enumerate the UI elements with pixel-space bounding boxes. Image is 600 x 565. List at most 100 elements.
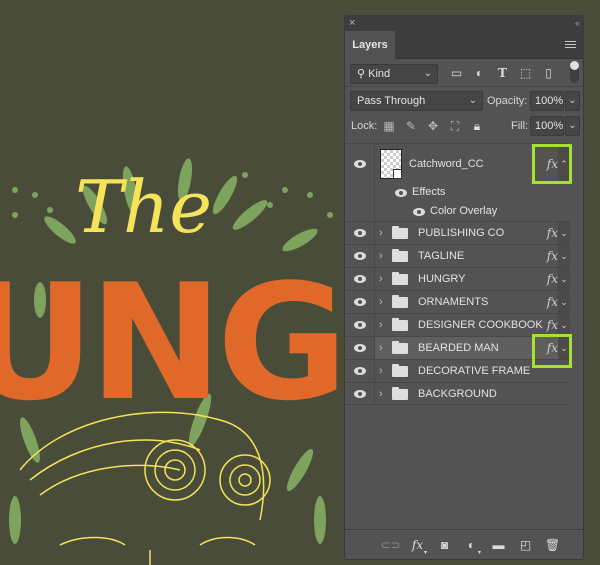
layer-catchword-cc[interactable]: Catchword_CC fx ⌃: [345, 143, 570, 183]
visibility-toggle[interactable]: [345, 383, 375, 404]
fill-input[interactable]: 100%: [530, 116, 564, 136]
lock-transparent-pixels-icon[interactable]: ▦: [378, 117, 400, 135]
effect-name: Color Overlay: [430, 205, 498, 217]
layers-panel: × ‹‹ Layers ⚲ Kind ⌄ ▭ ◐ T ⬚ ▯ Pass Thro…: [344, 15, 584, 560]
effect-color-overlay[interactable]: Color Overlay: [345, 202, 570, 221]
eye-icon: [353, 298, 366, 306]
chevron-down-icon: ⌄: [468, 95, 477, 106]
eye-icon: [353, 344, 366, 352]
adjustment-layer-icon[interactable]: ◐ ▾: [458, 537, 485, 556]
chevron-up-icon[interactable]: ⌃: [558, 144, 570, 183]
opacity-input[interactable]: 100%: [530, 91, 564, 111]
layer-hungry[interactable]: › HUNGRY fx ⌄: [345, 267, 570, 290]
folder-icon: [392, 318, 408, 331]
filter-kind-select[interactable]: ⚲ Kind ⌄: [350, 64, 438, 84]
layer-name: HUNGRY: [418, 273, 466, 285]
chevron-down-icon: ⌄: [423, 68, 432, 79]
fill-dropdown[interactable]: ⌄: [565, 116, 580, 136]
panel-tab-row: Layers: [345, 31, 583, 60]
layer-name: ORNAMENTS: [418, 296, 489, 308]
add-layer-style-icon[interactable]: fx ▾: [404, 537, 431, 556]
blend-mode-select[interactable]: Pass Through ⌄: [350, 91, 483, 111]
chevron-down-icon[interactable]: ⌄: [558, 314, 570, 336]
visibility-toggle[interactable]: [345, 337, 375, 359]
chevron-right-icon[interactable]: ›: [379, 360, 383, 382]
panel-footer: ⊂⊃ fx ▾ ◙ ◐ ▾ ▬ ◰ 🗑︎: [345, 529, 583, 559]
chevron-down-icon[interactable]: ⌄: [558, 337, 570, 359]
chevron-right-icon[interactable]: ›: [379, 222, 383, 244]
smart-object-filter-icon[interactable]: ▯: [537, 64, 560, 82]
opacity-dropdown[interactable]: ⌄: [565, 91, 580, 111]
visibility-toggle[interactable]: [345, 314, 375, 336]
panel-titlebar: × ‹‹: [345, 16, 583, 31]
layer-decorative-frame[interactable]: › DECORATIVE FRAME: [345, 359, 570, 382]
lock-artboard-icon[interactable]: ⛶: [444, 117, 466, 135]
fx-icon[interactable]: fx: [547, 245, 558, 267]
layer-bearded-man[interactable]: › BEARDED MAN fx ⌄: [345, 336, 570, 359]
effects-column: [345, 183, 375, 202]
chevron-right-icon[interactable]: ›: [379, 268, 383, 290]
fx-icon[interactable]: fx: [547, 222, 558, 244]
layer-name: Catchword_CC: [409, 158, 484, 170]
chevron-down-icon[interactable]: ⌄: [558, 222, 570, 244]
visibility-toggle[interactable]: [345, 291, 375, 313]
delete-layer-icon[interactable]: 🗑︎: [539, 537, 566, 553]
folder-icon: [392, 272, 408, 285]
document-canvas: The UNGI × ‹‹ Layers ⚲ Kind ⌄: [0, 0, 600, 565]
chevron-right-icon[interactable]: ›: [379, 291, 383, 313]
layer-background[interactable]: › BACKGROUND: [345, 382, 570, 405]
folder-icon: [392, 387, 408, 400]
add-mask-icon[interactable]: ◙: [431, 537, 458, 553]
fx-icon[interactable]: fx: [547, 268, 558, 290]
type-filter-icon[interactable]: T: [491, 64, 514, 82]
poster-artwork: The UNGI: [0, 158, 345, 565]
layer-name: BEARDED MAN: [418, 342, 499, 354]
new-layer-icon[interactable]: ◰: [512, 537, 539, 553]
lock-position-icon[interactable]: ✥: [422, 117, 444, 135]
folder-icon: [392, 341, 408, 354]
layer-name: PUBLISHING CO: [418, 227, 505, 239]
chevron-right-icon[interactable]: ›: [379, 383, 383, 405]
layer-ornaments[interactable]: › ORNAMENTS fx ⌄: [345, 290, 570, 313]
lock-all-icon[interactable]: 🔒︎: [466, 117, 488, 135]
visibility-toggle[interactable]: [345, 144, 375, 183]
shape-filter-icon[interactable]: ⬚: [514, 64, 537, 82]
eye-icon: [353, 389, 366, 398]
smart-object-thumbnail: [380, 149, 402, 179]
layer-name: BACKGROUND: [418, 388, 497, 400]
visibility-toggle[interactable]: [345, 360, 375, 382]
filter-kind-label: Kind: [368, 68, 391, 80]
eye-icon[interactable]: [413, 208, 425, 216]
fx-icon[interactable]: fx: [547, 144, 558, 184]
layer-name: DECORATIVE FRAME: [418, 365, 531, 377]
chevron-down-icon[interactable]: ⌄: [558, 245, 570, 267]
fx-icon[interactable]: fx: [547, 291, 558, 313]
layer-designer-cookbook[interactable]: › DESIGNER COOKBOOK fx ⌄: [345, 313, 570, 336]
fill-label: Fill:: [511, 120, 529, 132]
eye-icon[interactable]: [395, 189, 407, 197]
adjustment-filter-icon[interactable]: ◐: [468, 64, 491, 82]
folder-icon: [392, 295, 408, 308]
link-layers-icon[interactable]: ⊂⊃: [377, 537, 404, 553]
visibility-toggle[interactable]: [345, 245, 375, 267]
visibility-toggle[interactable]: [345, 268, 375, 290]
fx-icon[interactable]: fx: [547, 337, 558, 359]
tab-layers[interactable]: Layers: [345, 31, 395, 60]
visibility-toggle[interactable]: [345, 222, 375, 244]
chevron-down-icon[interactable]: ⌄: [558, 291, 570, 313]
collapse-panel-icon[interactable]: ‹‹: [575, 16, 580, 31]
layer-tagline[interactable]: › TAGLINE fx ⌄: [345, 244, 570, 267]
filter-toggle[interactable]: [570, 61, 579, 83]
layer-publishing-co[interactable]: › PUBLISHING CO fx ⌄: [345, 221, 570, 244]
panel-menu-icon[interactable]: [565, 41, 576, 49]
chevron-right-icon[interactable]: ›: [379, 314, 383, 336]
close-icon[interactable]: ×: [349, 16, 355, 31]
lock-image-pixels-icon[interactable]: ✎: [400, 117, 422, 135]
chevron-right-icon[interactable]: ›: [379, 337, 383, 359]
effects-row[interactable]: Effects: [345, 183, 570, 202]
new-group-icon[interactable]: ▬: [485, 537, 512, 553]
image-filter-icon[interactable]: ▭: [445, 64, 468, 82]
chevron-right-icon[interactable]: ›: [379, 245, 383, 267]
chevron-down-icon[interactable]: ⌄: [558, 268, 570, 290]
fx-icon[interactable]: fx: [547, 314, 558, 336]
